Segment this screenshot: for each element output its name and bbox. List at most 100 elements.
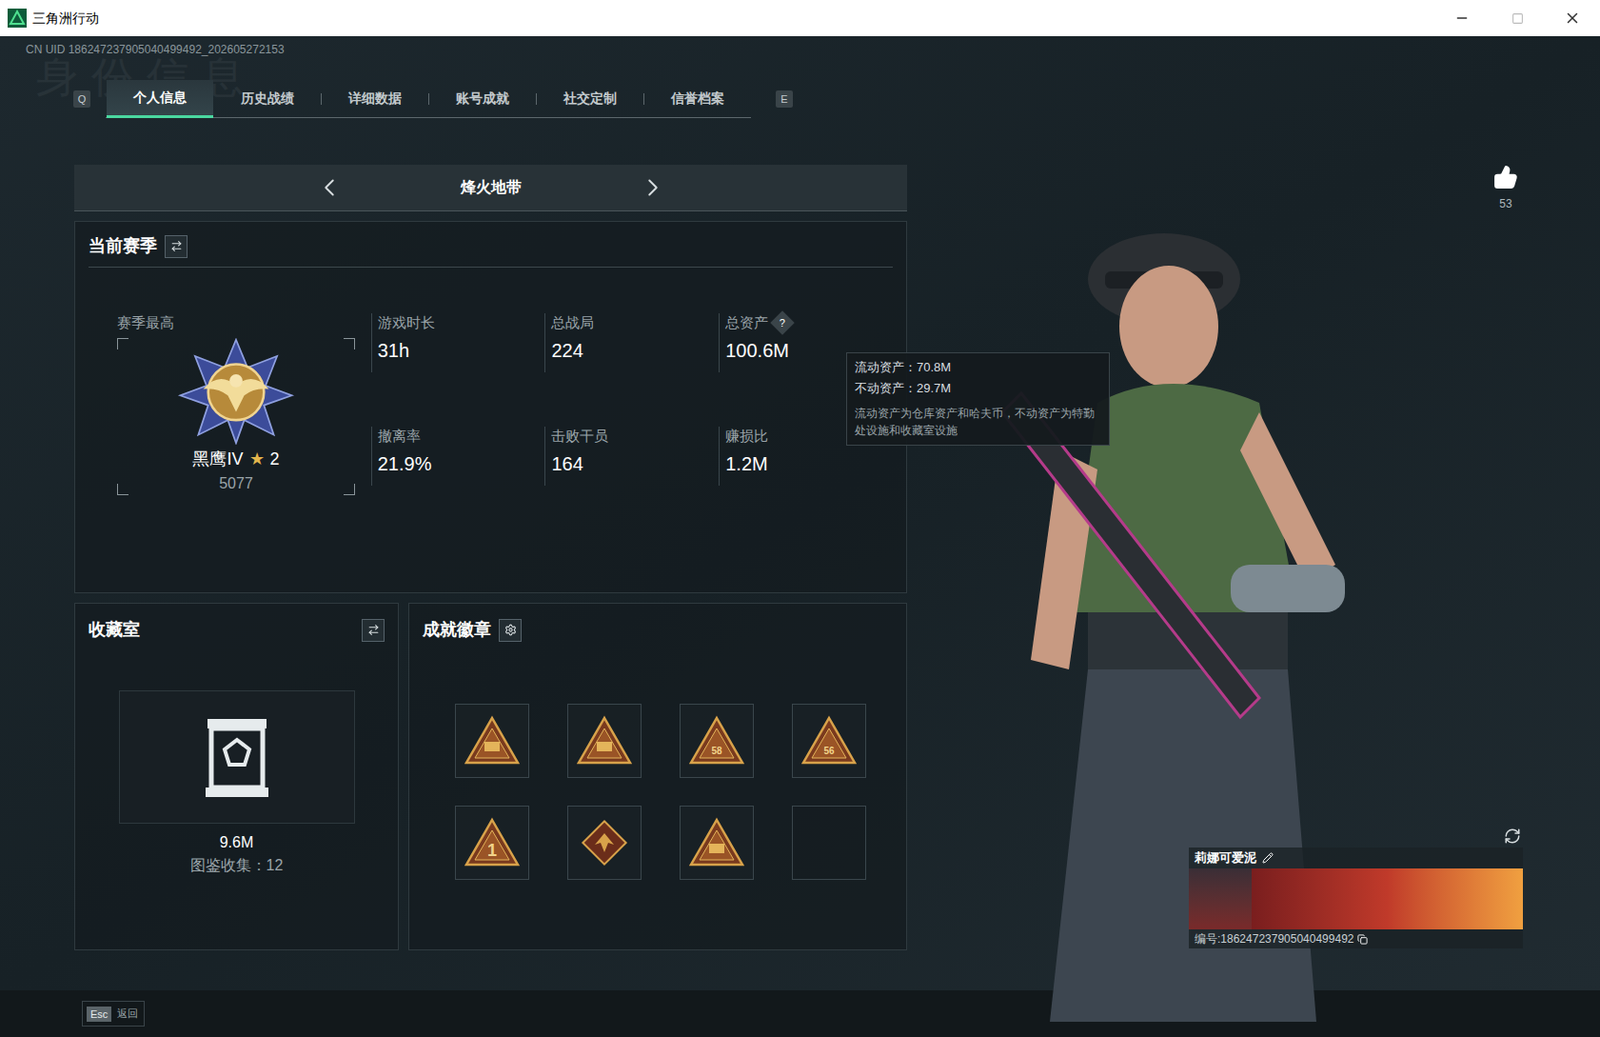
triangle-badge-icon: 1 <box>463 816 521 869</box>
badge-slot[interactable]: 58 <box>679 703 754 778</box>
esc-key: Esc <box>86 1006 112 1022</box>
rank-stars: 2 <box>270 446 280 473</box>
next-mode-icon[interactable] <box>638 173 668 202</box>
collection-swap-button[interactable] <box>361 618 385 642</box>
rank-score: 5077 <box>218 472 254 495</box>
thumbs-up-icon <box>1493 164 1519 190</box>
like-button[interactable]: 53 <box>1493 164 1519 213</box>
season-title: 当前赛季 <box>88 233 158 259</box>
stat-label: 击败干员 <box>551 426 609 446</box>
badge-slot[interactable] <box>567 805 642 880</box>
maximize-button[interactable] <box>1489 0 1545 37</box>
achievements-title: 成就徽章 <box>422 616 492 643</box>
assets-tooltip: 流动资产：70.8M不动资产：29.7M流动资产为仓库资产和哈夫币，不动资产为特… <box>846 352 1110 446</box>
badge-slot[interactable] <box>679 805 754 880</box>
next-tab-key[interactable]: E <box>775 90 793 108</box>
swap-icon <box>170 239 183 253</box>
badge-slot[interactable] <box>454 703 530 778</box>
minimize-button[interactable] <box>1434 0 1490 37</box>
prev-tab-key[interactable]: Q <box>73 90 91 108</box>
edit-icon[interactable] <box>1262 851 1274 864</box>
prev-mode-icon[interactable] <box>315 173 344 202</box>
back-button[interactable]: Esc 返回 <box>81 1000 145 1027</box>
title-bar: 三角洲行动 <box>0 0 1600 37</box>
player-id: 编号:186247237905040499492 <box>1194 929 1354 948</box>
refresh-button[interactable] <box>1501 824 1524 848</box>
tab-divider <box>535 93 537 105</box>
triangle-badge-icon: 58 <box>688 714 746 767</box>
collection-value: 9.6M <box>88 830 385 854</box>
tab[interactable]: 账号成就 <box>429 79 536 119</box>
stat-value: 31h <box>377 337 546 363</box>
uid-line: CN UID 186247237905040499492_20260527215… <box>0 39 1600 60</box>
collection-panel: 收藏室 9.6M图鉴收集：12 <box>74 602 399 950</box>
rank-block: 赛季最高黑鹰IV★2 5077 <box>88 313 372 540</box>
badge-slot-empty[interactable] <box>791 805 867 880</box>
stat-label: 总资产 <box>725 313 769 333</box>
player-name: 莉娜可爱泥 <box>1194 848 1257 868</box>
stat-cell: 总战局 224 <box>544 313 719 373</box>
triangle-badge-icon <box>463 714 521 767</box>
swap-button[interactable] <box>164 235 188 258</box>
gear-icon <box>504 623 517 636</box>
tab-divider <box>643 93 645 105</box>
rank-name: 黑鹰IV <box>192 446 243 473</box>
tab-divider <box>428 93 430 105</box>
triangle-badge-icon <box>688 816 746 869</box>
name-card: 莉娜可爱泥编号:186247237905040499492 <box>1188 847 1523 949</box>
tab[interactable]: 详细数据 <box>321 79 429 119</box>
triangle-badge-icon: 56 <box>800 714 858 767</box>
stat-value: 164 <box>551 451 719 476</box>
stat-value: 224 <box>551 337 719 363</box>
close-icon <box>1563 9 1581 27</box>
badge-grid: 58 56 1 <box>454 703 867 880</box>
name-card-banner <box>1188 868 1523 929</box>
tab[interactable]: 历史战绩 <box>214 79 321 119</box>
stat-hint[interactable]: ? <box>770 310 795 335</box>
copy-icon[interactable] <box>1357 933 1368 945</box>
stat-label: 赚损比 <box>725 426 769 446</box>
tab[interactable]: 个人信息 <box>106 79 214 119</box>
tab[interactable]: 社交定制 <box>536 79 644 119</box>
rank-caption: 赛季最高 <box>117 313 372 333</box>
svg-text:56: 56 <box>823 745 835 756</box>
tab-row: Q 个人信息历史战绩详细数据账号成就社交定制信誉档案 E <box>0 79 1600 119</box>
achievements-settings-button[interactable] <box>498 618 522 642</box>
app-logo-icon <box>7 8 27 28</box>
triangle-badge-icon <box>575 714 633 767</box>
stat-cell: 游戏时长 31h <box>371 313 546 373</box>
tab[interactable]: 信誉档案 <box>644 79 751 119</box>
main-area: 身份信息CN UID 186247237905040499492_2026052… <box>0 36 1600 990</box>
stat-label: 游戏时长 <box>377 313 435 333</box>
season-panel: 当前赛季赛季最高黑鹰IV★25077游戏时长31h总战局224总资产?100.6… <box>74 220 908 593</box>
minimize-icon <box>1454 10 1470 26</box>
back-label: 返回 <box>117 1005 140 1022</box>
svg-text:1: 1 <box>487 840 497 860</box>
tab-bar: 个人信息历史战绩详细数据账号成就社交定制信誉档案 <box>105 79 751 119</box>
left-column: 烽火地带当前赛季赛季最高黑鹰IV★2 5077 游戏时长 31h总战局 224 总资产? 1… <box>74 164 908 950</box>
badge-slot[interactable]: 56 <box>791 703 867 778</box>
swap-icon <box>367 623 380 636</box>
stats-grid: 游戏时长31h总战局224总资产?100.6M撤离率21.9%击败干员164赚损… <box>371 313 893 540</box>
stat-value: 21.9% <box>377 451 546 476</box>
stat-label: 总战局 <box>551 313 594 333</box>
character-area: 53 莉娜可爱泥编号:186247237905040499492 <box>907 164 1600 950</box>
badge-slot[interactable]: 1 <box>454 805 530 880</box>
tab-divider <box>320 93 322 105</box>
collection-title: 收藏室 <box>88 616 140 643</box>
badge-slot[interactable] <box>567 703 642 778</box>
tooltip-line: 流动资产：70.8M <box>854 358 1102 376</box>
close-button[interactable] <box>1544 0 1600 37</box>
refresh-icon <box>1503 827 1521 845</box>
collection-card[interactable] <box>118 690 356 824</box>
app-window: 三角洲行动身份信息CN UID 186247237905040499492_20… <box>0 0 1600 1037</box>
achievements-panel: 成就徽章 58 56 1 <box>408 602 908 950</box>
mode-label: 烽火地带 <box>448 176 534 199</box>
footer-bar: Esc 返回 <box>0 989 1600 1037</box>
stat-cell: 击败干员 164 <box>544 426 719 486</box>
collection-caption: 图鉴收集：12 <box>88 853 385 877</box>
mode-selector: 烽火地带 <box>74 164 908 212</box>
stat-label: 撤离率 <box>377 426 421 446</box>
rank-star: ★ <box>249 446 265 473</box>
dragon-badge-icon <box>577 815 632 870</box>
